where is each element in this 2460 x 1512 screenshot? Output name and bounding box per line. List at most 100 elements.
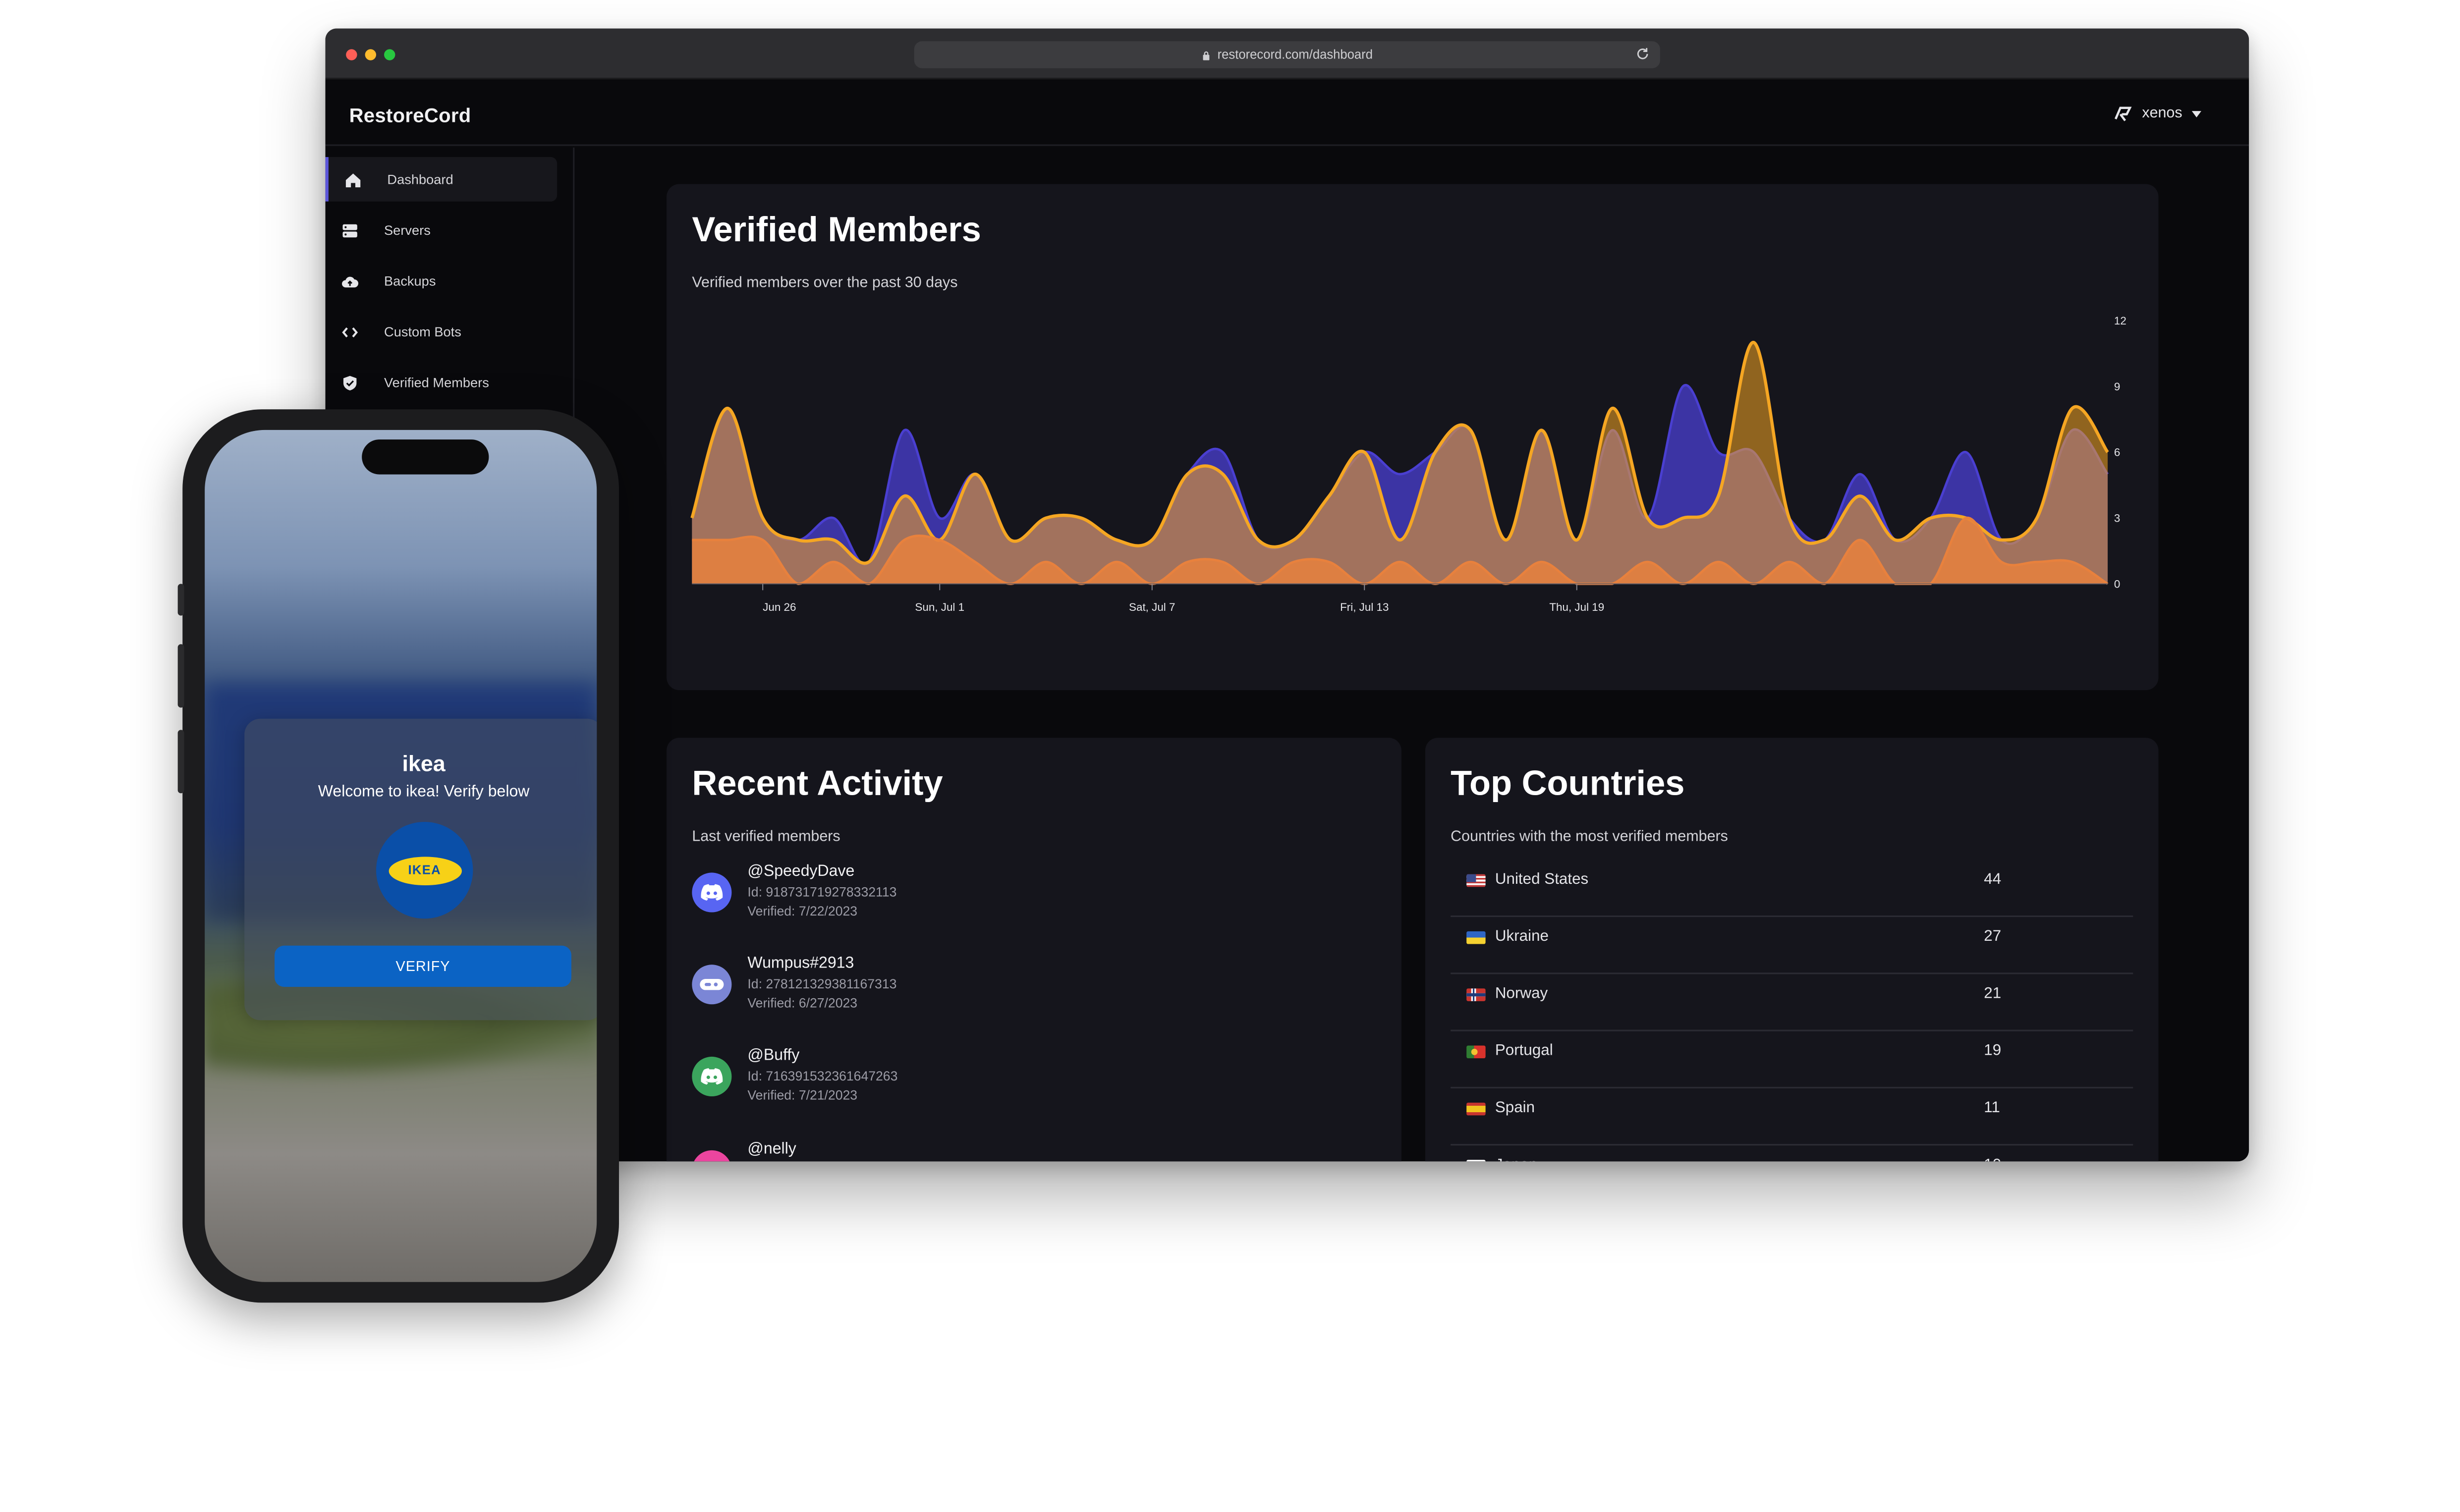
address-url: restorecord.com/dashboard xyxy=(1217,48,1373,62)
verified-members-card: Verified Members Verified members over t… xyxy=(667,184,2159,691)
username: xenos xyxy=(2142,105,2182,122)
sidebar-item-label: Custom Bots xyxy=(384,324,461,340)
member-verified-date: Verified: 6/27/2023 xyxy=(747,995,858,1011)
address-bar[interactable]: restorecord.com/dashboard xyxy=(914,41,1660,68)
x-tick-label: Thu, Jul 19 xyxy=(1549,601,1604,613)
member-name: Wumpus#2913 xyxy=(747,955,854,973)
y-tick-label: 12 xyxy=(2114,315,2126,327)
recent-activity-subtitle: Last verified members xyxy=(692,828,840,846)
phone-mockup: ikea Welcome to ikea! Verify below IKEA … xyxy=(177,409,619,1303)
phone-volume-down-button xyxy=(177,730,184,794)
server-icon xyxy=(342,223,357,237)
x-tick-label: Jun 26 xyxy=(763,601,796,613)
recent-activity-card: Recent Activity Last verified members @S… xyxy=(667,738,1401,1162)
verify-card: ikea Welcome to ikea! Verify below IKEA … xyxy=(244,718,597,1021)
top-countries-title: Top Countries xyxy=(1451,763,1685,803)
chevron-down-icon xyxy=(2191,110,2202,117)
avatar xyxy=(692,872,732,913)
table-row[interactable]: Portugal 19 xyxy=(1451,1031,2133,1088)
sidebar-item-label: Servers xyxy=(384,222,431,238)
minimize-window-dot[interactable] xyxy=(365,49,377,60)
phone-screen: ikea Welcome to ikea! Verify below IKEA … xyxy=(205,430,597,1282)
top-countries-subtitle: Countries with the most verified members xyxy=(1451,828,1728,846)
server-name: ikea xyxy=(402,750,446,776)
code-icon xyxy=(342,326,358,337)
table-row[interactable]: Spain 11 xyxy=(1451,1088,2133,1146)
member-name: @Buffy xyxy=(747,1047,800,1065)
y-tick-label: 0 xyxy=(2114,578,2120,591)
list-item[interactable]: Wumpus#2913 Id: 278121329381167313 Verif… xyxy=(692,955,1327,1034)
phone-volume-up-button xyxy=(177,644,184,708)
user-menu[interactable]: xenos xyxy=(2112,105,2202,122)
x-tick-label: Sun, Jul 1 xyxy=(915,601,964,613)
list-item[interactable]: @SpeedyDave Id: 918731719278332113 Verif… xyxy=(692,863,1327,942)
dynamic-island xyxy=(362,439,489,475)
member-id: Id: 716391532361647263 xyxy=(747,1068,898,1084)
table-row[interactable]: Japan 10 xyxy=(1451,1145,2133,1162)
maximize-window-dot[interactable] xyxy=(384,49,395,60)
verified-members-chart: Jun 26 Sun, Jul 1 Sat, Jul 7 Fri, Jul 13 Thu… xyxy=(690,315,2126,613)
y-tick-label: 6 xyxy=(2114,446,2120,459)
x-tick-label: Fri, Jul 13 xyxy=(1340,601,1389,613)
country-name: Japan xyxy=(1495,1157,1538,1162)
verify-button[interactable]: VERIFY xyxy=(275,945,571,987)
member-id: Id: 918731719278332113 xyxy=(747,883,897,900)
country-count: 44 xyxy=(1984,871,2002,889)
table-row[interactable]: Ukraine 27 xyxy=(1451,917,2133,974)
sidebar-item-label: Verified Members xyxy=(384,374,489,390)
list-item[interactable]: @Buffy Id: 716391532361647263 Verified: … xyxy=(692,1047,1327,1127)
browser-titlebar: restorecord.com/dashboard xyxy=(325,28,2249,80)
country-count: 11 xyxy=(1984,1099,2000,1117)
country-name: Ukraine xyxy=(1495,928,1549,946)
top-navbar: RestoreCord xenos xyxy=(325,81,2249,146)
no-flag-icon xyxy=(1466,988,1486,1001)
sidebar-item-dashboard[interactable]: Dashboard xyxy=(325,157,558,202)
es-flag-icon xyxy=(1466,1102,1486,1116)
phone-mute-switch xyxy=(177,584,184,616)
reload-icon[interactable] xyxy=(1635,46,1651,62)
country-name: Spain xyxy=(1495,1099,1535,1117)
wumpus-icon xyxy=(700,979,724,990)
server-logo: IKEA xyxy=(376,821,473,919)
sidebar-item-verified-members[interactable]: Verified Members xyxy=(326,360,558,405)
brand-name[interactable]: RestoreCord xyxy=(349,105,471,127)
recent-activity-title: Recent Activity xyxy=(692,763,943,803)
country-count: 27 xyxy=(1984,928,2002,946)
country-name: Portugal xyxy=(1495,1042,1553,1060)
jp-flag-icon xyxy=(1466,1160,1486,1162)
us-flag-icon xyxy=(1466,874,1486,887)
member-verified-date: Verified: 7/22/2023 xyxy=(747,903,858,919)
table-row[interactable]: Norway 21 xyxy=(1451,974,2133,1031)
country-count: 19 xyxy=(1984,1042,2002,1060)
avatar xyxy=(692,1150,732,1162)
sidebar-item-label: Dashboard xyxy=(387,171,453,187)
member-name: @nelly xyxy=(747,1140,796,1158)
lock-icon xyxy=(1203,51,1210,60)
y-tick-label: 3 xyxy=(2114,512,2120,525)
avatar xyxy=(692,965,732,1005)
sidebar-item-custom-bots[interactable]: Custom Bots xyxy=(326,310,558,354)
cloud-upload-icon xyxy=(342,275,359,287)
discord-icon xyxy=(701,884,723,901)
top-countries-card: Top Countries Countries with the most ve… xyxy=(1425,738,2159,1162)
country-name: United States xyxy=(1495,871,1589,889)
country-name: Norway xyxy=(1495,985,1548,1003)
welcome-message: Welcome to ikea! Verify below xyxy=(318,784,530,802)
list-item[interactable]: @nelly xyxy=(692,1141,1327,1162)
shield-check-icon xyxy=(343,375,357,390)
y-tick-label: 9 xyxy=(2114,380,2120,393)
pt-flag-icon xyxy=(1466,1045,1486,1059)
ikea-logo-icon: IKEA xyxy=(388,856,461,885)
member-id: Id: 278121329381167313 xyxy=(747,975,897,992)
sidebar-item-servers[interactable]: Servers xyxy=(326,208,558,253)
sidebar-item-backups[interactable]: Backups xyxy=(326,259,558,303)
country-count: 10 xyxy=(1984,1157,2001,1162)
table-row[interactable]: United States 44 xyxy=(1451,860,2133,918)
member-name: @SpeedyDave xyxy=(747,863,855,881)
country-count: 21 xyxy=(1984,985,2002,1003)
restorecord-logo-icon xyxy=(2114,106,2131,121)
sidebar-item-label: Backups xyxy=(384,272,436,289)
main-content: Verified Members Verified members over t… xyxy=(576,148,2249,1162)
close-window-dot[interactable] xyxy=(346,49,357,60)
home-icon xyxy=(345,172,361,187)
